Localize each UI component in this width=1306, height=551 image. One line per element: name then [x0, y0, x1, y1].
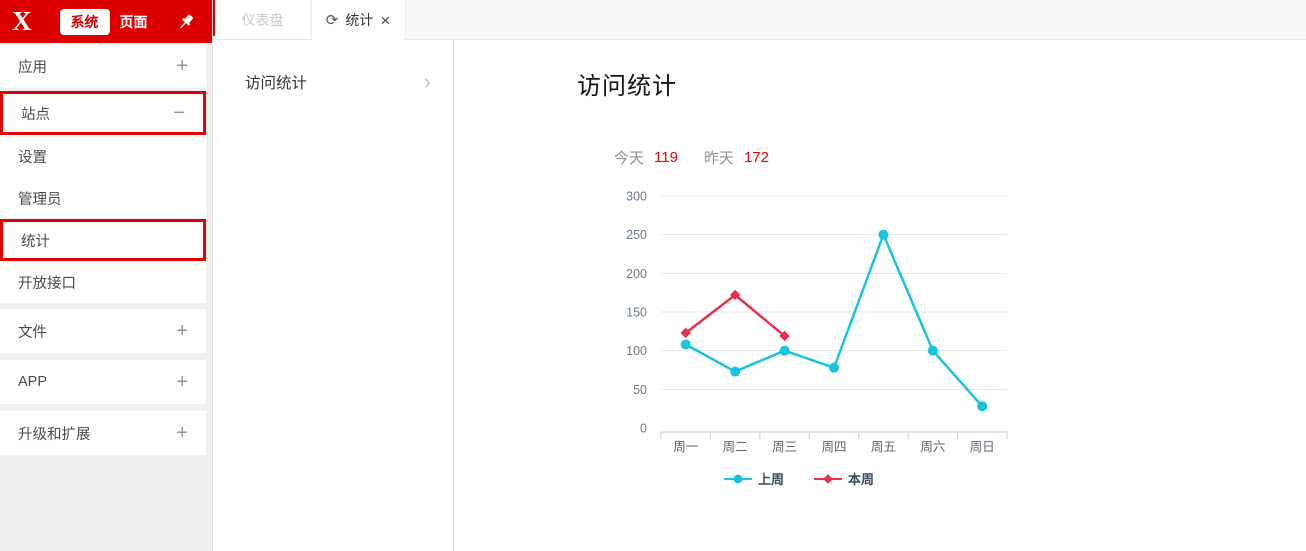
plus-icon[interactable]: +: [176, 56, 188, 76]
minus-icon[interactable]: −: [173, 103, 185, 123]
sidebar-menu: 应用 + 站点 − 设置 管理员 统计 开放接口 文件 + APP + 升级和扩…: [0, 43, 212, 455]
sidebar-item-label: 文件: [18, 324, 47, 341]
series-line-1: [684, 293, 786, 338]
sidebar-item-upgrade[interactable]: 升级和扩展 +: [0, 411, 206, 455]
main-content: 访问统计 今天 119 昨天 172 0 50 100 150 200 250 300 周一 周…: [454, 40, 1306, 551]
chevron-right-icon: ›: [423, 69, 431, 94]
sidebar-item-app[interactable]: APP +: [0, 360, 206, 404]
brand-logo: X: [12, 6, 32, 36]
tab-statistics[interactable]: ⟳ 统计 ×: [312, 0, 404, 40]
sidebar-item-label: 管理员: [18, 191, 62, 208]
sidebar-item-files[interactable]: 文件 +: [0, 309, 206, 353]
legend-marker-icon: [723, 474, 752, 483]
plus-icon[interactable]: +: [176, 423, 188, 443]
stat-value-yesterday: 172: [743, 149, 769, 166]
series-line-0: [684, 233, 984, 408]
legend-item-1[interactable]: 本周: [814, 469, 874, 488]
sidebar-item-apps[interactable]: 应用 +: [0, 44, 206, 88]
sidebar-item-label: 升级和扩展: [18, 426, 91, 443]
sidebar-item-label: 应用: [18, 59, 47, 76]
plus-icon[interactable]: +: [176, 372, 188, 392]
legend-item-0[interactable]: 上周: [723, 469, 784, 488]
data-point: [927, 345, 938, 356]
sidebar-item-admins[interactable]: 管理员: [0, 177, 206, 219]
y-axis-label: 200: [626, 267, 647, 281]
panel-item-visit-stats[interactable]: 访问统计 ›: [213, 62, 453, 102]
y-axis-label: 100: [626, 344, 647, 358]
sidebar-item-label: APP: [18, 374, 48, 390]
tab-dashboard[interactable]: 仪表盘: [215, 0, 312, 39]
stat-label-yesterday: 昨天: [703, 150, 734, 167]
sidebar-item-label: 站点: [21, 106, 50, 123]
x-axis-label: 周四: [821, 440, 846, 454]
legend-marker-icon: [814, 473, 842, 484]
nav-page-button[interactable]: 页面: [120, 12, 148, 32]
tab-label: 统计: [345, 12, 374, 28]
legend-label: 本周: [848, 472, 875, 487]
sidebar: X 系统 页面 应用 + 站点 − 设置 管理员 统计 开放接口 文件 + AP…: [0, 0, 213, 551]
x-axis-label: 周一: [673, 440, 698, 454]
x-axis-label: 周六: [920, 440, 945, 454]
sidebar-item-label: 开放接口: [18, 275, 76, 292]
workspace: 仪表盘 ⟳ 统计 × 访问统计 › 访问统计 今天 119 昨天 172 0 5…: [213, 0, 1306, 551]
y-axis-label: 250: [626, 228, 647, 242]
brand-bar: X 系统 页面: [0, 0, 212, 43]
stats-summary: 今天 119 昨天 172: [614, 147, 1306, 168]
tab-bar: 仪表盘 ⟳ 统计 ×: [213, 0, 1306, 40]
data-point: [977, 401, 988, 412]
data-point: [730, 366, 741, 377]
data-point: [829, 362, 839, 373]
stat-value-today: 119: [654, 149, 678, 166]
brand-nav: 系统 页面: [59, 8, 148, 35]
y-axis-label: 50: [633, 383, 647, 397]
stat-label-today: 今天: [614, 150, 645, 167]
refresh-icon[interactable]: ⟳: [326, 13, 339, 28]
x-axis-label: 周二: [723, 440, 748, 454]
tab-label: 仪表盘: [241, 11, 284, 28]
x-axis-label: 周三: [772, 440, 797, 454]
y-axis-label: 150: [626, 306, 647, 320]
x-axis-label: 周五: [871, 440, 896, 454]
data-point: [878, 229, 889, 240]
x-axis-label: 周日: [970, 440, 995, 454]
pushpin-icon[interactable]: [176, 12, 196, 32]
chart-legend: 上周 本周: [584, 469, 1014, 488]
y-axis-label: 300: [626, 190, 647, 204]
sidebar-item-label: 设置: [18, 149, 47, 166]
page-title: 访问统计: [577, 73, 677, 100]
visit-chart: 0 50 100 150 200 250 300 周一 周二 周三 周四 周五 周六 周日: [626, 190, 1008, 454]
sidebar-item-statistics[interactable]: 统计: [0, 219, 206, 261]
nav-system-button[interactable]: 系统: [59, 8, 110, 35]
tabbar-red-edge: [213, 0, 215, 36]
legend-label: 上周: [757, 472, 784, 487]
sidebar-item-label: 统计: [21, 233, 50, 250]
y-axis-label: 0: [640, 422, 647, 436]
secondary-panel: 访问统计 ›: [213, 40, 454, 551]
sidebar-item-open-api[interactable]: 开放接口: [0, 261, 206, 303]
visit-chart-wrap: 0 50 100 150 200 250 300 周一 周二 周三 周四 周五 周六 周日 上周 本周: [584, 184, 1014, 488]
close-icon[interactable]: ×: [380, 12, 390, 29]
panel-item-label: 访问统计: [245, 75, 308, 92]
sidebar-item-settings[interactable]: 设置: [0, 135, 206, 177]
data-point: [680, 339, 691, 350]
plus-icon[interactable]: +: [176, 321, 188, 341]
data-point: [779, 345, 790, 356]
sidebar-item-site[interactable]: 站点 −: [0, 91, 206, 135]
admin-app: X 系统 页面 应用 + 站点 − 设置 管理员 统计 开放接口 文件 + AP…: [0, 0, 1306, 551]
content-row: 访问统计 › 访问统计 今天 119 昨天 172 0 50 100 150 200 25…: [213, 40, 1306, 551]
